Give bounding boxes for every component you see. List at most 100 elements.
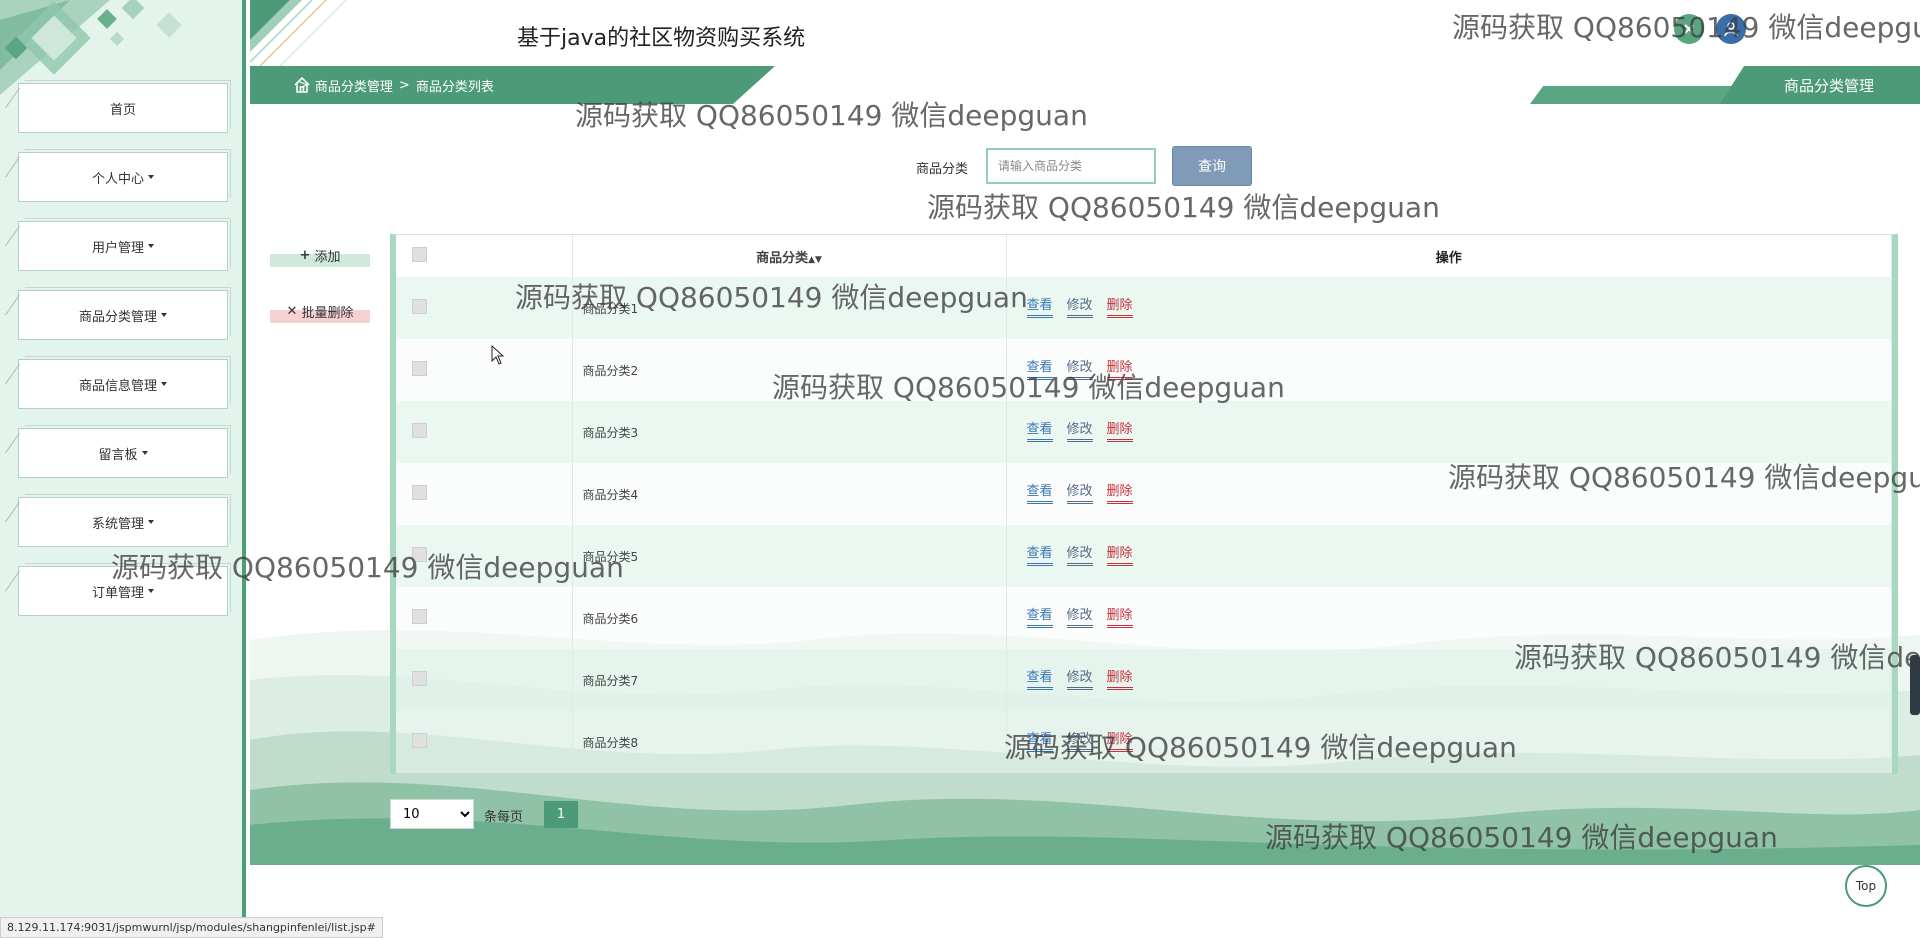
- sidebar-item-message-board[interactable]: 留言板: [18, 425, 231, 478]
- edit-link[interactable]: 修改: [1066, 732, 1093, 752]
- sidebar-item-product-management[interactable]: 商品信息管理: [18, 356, 231, 409]
- category-cell: 商品分类3: [572, 401, 1007, 463]
- caret-down-icon: [161, 313, 167, 317]
- row-select-cell: [396, 339, 573, 401]
- actions-cell: 查看 修改 删除: [1006, 401, 1892, 463]
- table-row: 商品分类8 查看 修改 删除: [396, 711, 1892, 773]
- app-title: 基于java的社区物资购买系统: [517, 26, 806, 51]
- category-cell: 商品分类5: [572, 525, 1007, 587]
- actions-cell: 查看 修改 删除: [1006, 339, 1892, 401]
- column-header-label: 商品分类: [756, 250, 809, 266]
- caret-down-icon: [161, 382, 167, 386]
- close-icon[interactable]: [1674, 14, 1704, 44]
- user-icon[interactable]: [1716, 14, 1746, 44]
- select-all-cell: [396, 235, 573, 277]
- table-row: 商品分类4 查看 修改 删除: [396, 463, 1892, 525]
- view-link[interactable]: 查看: [1026, 360, 1053, 380]
- row-checkbox[interactable]: [412, 299, 427, 314]
- row-select-cell: [396, 711, 573, 773]
- actions-cell: 查看 修改 删除: [1006, 277, 1892, 339]
- table-row: 商品分类2 查看 修改 删除: [396, 339, 1892, 401]
- home-icon[interactable]: [293, 76, 311, 94]
- view-link[interactable]: 查看: [1026, 670, 1053, 690]
- column-header-actions: 操作: [1006, 235, 1892, 277]
- caret-down-icon: [141, 451, 148, 455]
- actions-cell: 查看 修改 删除: [1006, 463, 1892, 525]
- delete-link[interactable]: 删除: [1106, 732, 1133, 752]
- sidebar-item-label: 首页: [109, 102, 136, 118]
- row-select-cell: [396, 401, 573, 463]
- sidebar-item-system-management[interactable]: 系统管理: [18, 494, 231, 547]
- breadcrumb-item[interactable]: 商品分类列表: [416, 76, 494, 95]
- batch-delete-label: 批量删除: [301, 305, 354, 321]
- sidebar-item-personal-center[interactable]: 个人中心: [18, 149, 231, 202]
- sidebar-item-home[interactable]: 首页: [18, 80, 231, 133]
- row-select-cell: [396, 649, 573, 711]
- caret-down-icon: [148, 244, 154, 248]
- mouse-cursor-icon: [491, 345, 505, 365]
- add-button[interactable]: + 添加: [270, 243, 370, 267]
- sidebar-item-category-management[interactable]: 商品分类管理: [18, 287, 231, 340]
- delete-link[interactable]: 删除: [1106, 484, 1133, 504]
- view-link[interactable]: 查看: [1026, 422, 1053, 442]
- delete-link[interactable]: 删除: [1106, 670, 1133, 690]
- view-link[interactable]: 查看: [1026, 298, 1053, 318]
- table-row: 商品分类7 查看 修改 删除: [396, 649, 1892, 711]
- page-number-button[interactable]: 1: [544, 801, 578, 828]
- view-link[interactable]: 查看: [1026, 546, 1053, 566]
- status-bar-url: 8.129.11.174:9031/jspmwurnl/jsp/modules/…: [0, 917, 383, 938]
- page-size-select[interactable]: 10: [390, 799, 474, 829]
- sort-icon[interactable]: ▲▼: [808, 255, 822, 265]
- edit-link[interactable]: 修改: [1066, 422, 1093, 442]
- edit-link[interactable]: 修改: [1066, 608, 1093, 628]
- breadcrumb-item[interactable]: 商品分类管理: [315, 76, 393, 95]
- actions-cell: 查看 修改 删除: [1006, 711, 1892, 773]
- side-scroll-handle[interactable]: [1910, 655, 1920, 715]
- row-select-cell: [396, 587, 573, 649]
- view-link[interactable]: 查看: [1026, 608, 1053, 628]
- edit-link[interactable]: 修改: [1066, 360, 1093, 380]
- delete-link[interactable]: 删除: [1106, 360, 1133, 380]
- top-header: 基于java的社区物资购买系统: [250, 0, 1920, 66]
- sidebar-decoration: [0, 0, 200, 95]
- per-page-label: 条每页: [484, 810, 524, 825]
- actions-cell: 查看 修改 删除: [1006, 587, 1892, 649]
- row-checkbox[interactable]: [412, 733, 427, 748]
- row-checkbox[interactable]: [412, 485, 427, 500]
- actions-cell: 查看 修改 删除: [1006, 525, 1892, 587]
- caret-down-icon: [148, 589, 154, 593]
- table-row: 商品分类6 查看 修改 删除: [396, 587, 1892, 649]
- table-row: 商品分类1 查看 修改 删除: [396, 277, 1892, 339]
- category-cell: 商品分类4: [572, 463, 1007, 525]
- row-checkbox[interactable]: [412, 671, 427, 686]
- edit-link[interactable]: 修改: [1066, 546, 1093, 566]
- add-button-label: 添加: [314, 249, 341, 265]
- delete-link[interactable]: 删除: [1106, 608, 1133, 628]
- delete-link[interactable]: 删除: [1106, 546, 1133, 566]
- page-tab-decoration: [1530, 86, 1750, 104]
- table-row: 商品分类3 查看 修改 删除: [396, 401, 1892, 463]
- sidebar-item-user-management[interactable]: 用户管理: [18, 218, 231, 271]
- breadcrumb: > 商品分类管理 > 商品分类列表: [250, 66, 775, 104]
- row-checkbox[interactable]: [412, 361, 427, 376]
- column-header-category[interactable]: 商品分类▲▼: [572, 235, 1007, 277]
- view-link[interactable]: 查看: [1026, 484, 1053, 504]
- edit-link[interactable]: 修改: [1066, 298, 1093, 318]
- row-checkbox[interactable]: [412, 547, 427, 562]
- view-link[interactable]: 查看: [1026, 732, 1053, 752]
- batch-delete-button[interactable]: ✕ 批量删除: [270, 299, 370, 323]
- delete-link[interactable]: 删除: [1106, 298, 1133, 318]
- row-checkbox[interactable]: [412, 423, 427, 438]
- category-cell: 商品分类2: [572, 339, 1007, 401]
- actions-cell: 查看 修改 删除: [1006, 649, 1892, 711]
- back-to-top-button[interactable]: Top: [1845, 865, 1887, 907]
- edit-link[interactable]: 修改: [1066, 670, 1093, 690]
- search-button[interactable]: 查询: [1172, 146, 1252, 186]
- sidebar-item-order-management[interactable]: 订单管理: [18, 563, 231, 616]
- delete-link[interactable]: 删除: [1106, 422, 1133, 442]
- row-checkbox[interactable]: [412, 609, 427, 624]
- edit-link[interactable]: 修改: [1066, 484, 1093, 504]
- sidebar-item-label: 个人中心: [91, 171, 144, 187]
- select-all-checkbox[interactable]: [412, 246, 427, 262]
- search-input[interactable]: [986, 148, 1156, 184]
